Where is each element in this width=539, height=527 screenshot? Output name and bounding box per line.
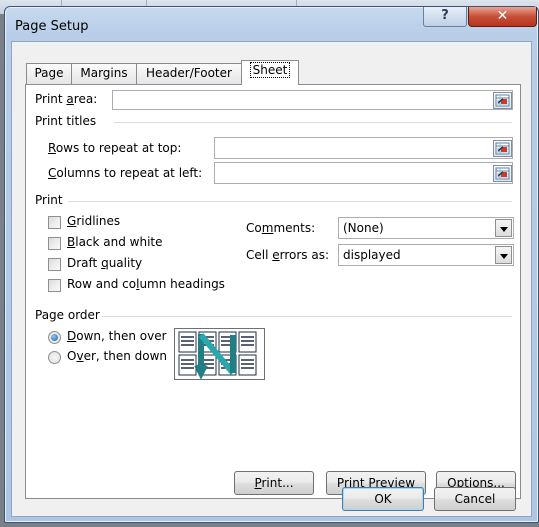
dialog-title: Page Setup	[15, 19, 89, 34]
columns-to-repeat-input[interactable]	[214, 162, 513, 184]
tab-label: Margins	[80, 66, 128, 80]
print-area-label: Print area:	[35, 92, 98, 106]
tab-label: Page	[34, 66, 64, 80]
group-divider	[102, 316, 512, 317]
comments-value: (None)	[343, 221, 384, 235]
chevron-down-icon[interactable]	[495, 246, 512, 264]
black-and-white-checkbox[interactable]	[48, 237, 61, 250]
page-order-heading: Page order	[35, 308, 100, 322]
cancel-button[interactable]: Cancel	[434, 487, 516, 511]
draft-quality-label: Draft quality	[67, 256, 143, 270]
ok-button[interactable]: OK	[342, 487, 424, 511]
print-button[interactable]: Print...	[234, 471, 314, 495]
comments-label: Comments:	[246, 221, 316, 235]
row-column-headings-checkbox[interactable]	[48, 279, 61, 292]
rows-to-repeat-input[interactable]	[214, 137, 513, 159]
tab-label: Sheet	[249, 62, 291, 78]
group-divider	[68, 201, 512, 202]
cell-errors-label: Cell errors as:	[246, 248, 330, 262]
tab-sheet[interactable]: Sheet	[241, 60, 299, 85]
cell-errors-value: displayed	[343, 248, 401, 262]
over-then-down-radio[interactable]	[48, 351, 61, 364]
down-then-over-radio[interactable]	[48, 331, 61, 344]
comments-select[interactable]: (None)	[338, 217, 514, 239]
collapse-dialog-icon[interactable]	[493, 92, 512, 109]
close-button[interactable]: ✕	[468, 7, 537, 27]
print-area-input[interactable]	[112, 90, 513, 110]
sheet-tab-panel: Print area: Print titles Rows to repeat …	[25, 84, 521, 499]
chevron-down-icon[interactable]	[495, 219, 512, 237]
gridlines-checkbox[interactable]	[48, 216, 61, 229]
tab-label: Header/Footer	[146, 66, 232, 80]
help-button[interactable]: ?	[423, 7, 467, 27]
cell-errors-select[interactable]: displayed	[338, 244, 514, 266]
print-titles-heading: Print titles	[35, 114, 97, 128]
rows-to-repeat-label: Rows to repeat at top:	[48, 141, 182, 155]
gridlines-label: Gridlines	[67, 214, 121, 228]
tab-header-footer[interactable]: Header/Footer	[136, 63, 242, 84]
draft-quality-checkbox[interactable]	[48, 258, 61, 271]
title-bar[interactable]: Page Setup ? ✕	[5, 7, 538, 41]
collapse-dialog-icon[interactable]	[493, 140, 512, 157]
tab-page[interactable]: Page	[26, 63, 72, 84]
close-icon: ✕	[496, 8, 509, 24]
group-divider	[114, 122, 512, 123]
page-setup-dialog: Page Setup ? ✕ Page Margins Header/Foote…	[4, 6, 539, 523]
page-order-icon	[174, 328, 265, 380]
dialog-client-area: Page Margins Header/Footer Sheet Print a…	[11, 41, 532, 517]
tab-margins[interactable]: Margins	[71, 63, 137, 84]
black-and-white-label: Black and white	[67, 235, 163, 249]
row-column-headings-label: Row and column headings	[67, 277, 225, 291]
columns-to-repeat-label: Columns to repeat at left:	[48, 166, 203, 180]
over-then-down-label: Over, then down	[67, 349, 167, 363]
down-then-over-label: Down, then over	[67, 329, 167, 343]
print-heading: Print	[35, 193, 63, 207]
collapse-dialog-icon[interactable]	[493, 165, 512, 182]
